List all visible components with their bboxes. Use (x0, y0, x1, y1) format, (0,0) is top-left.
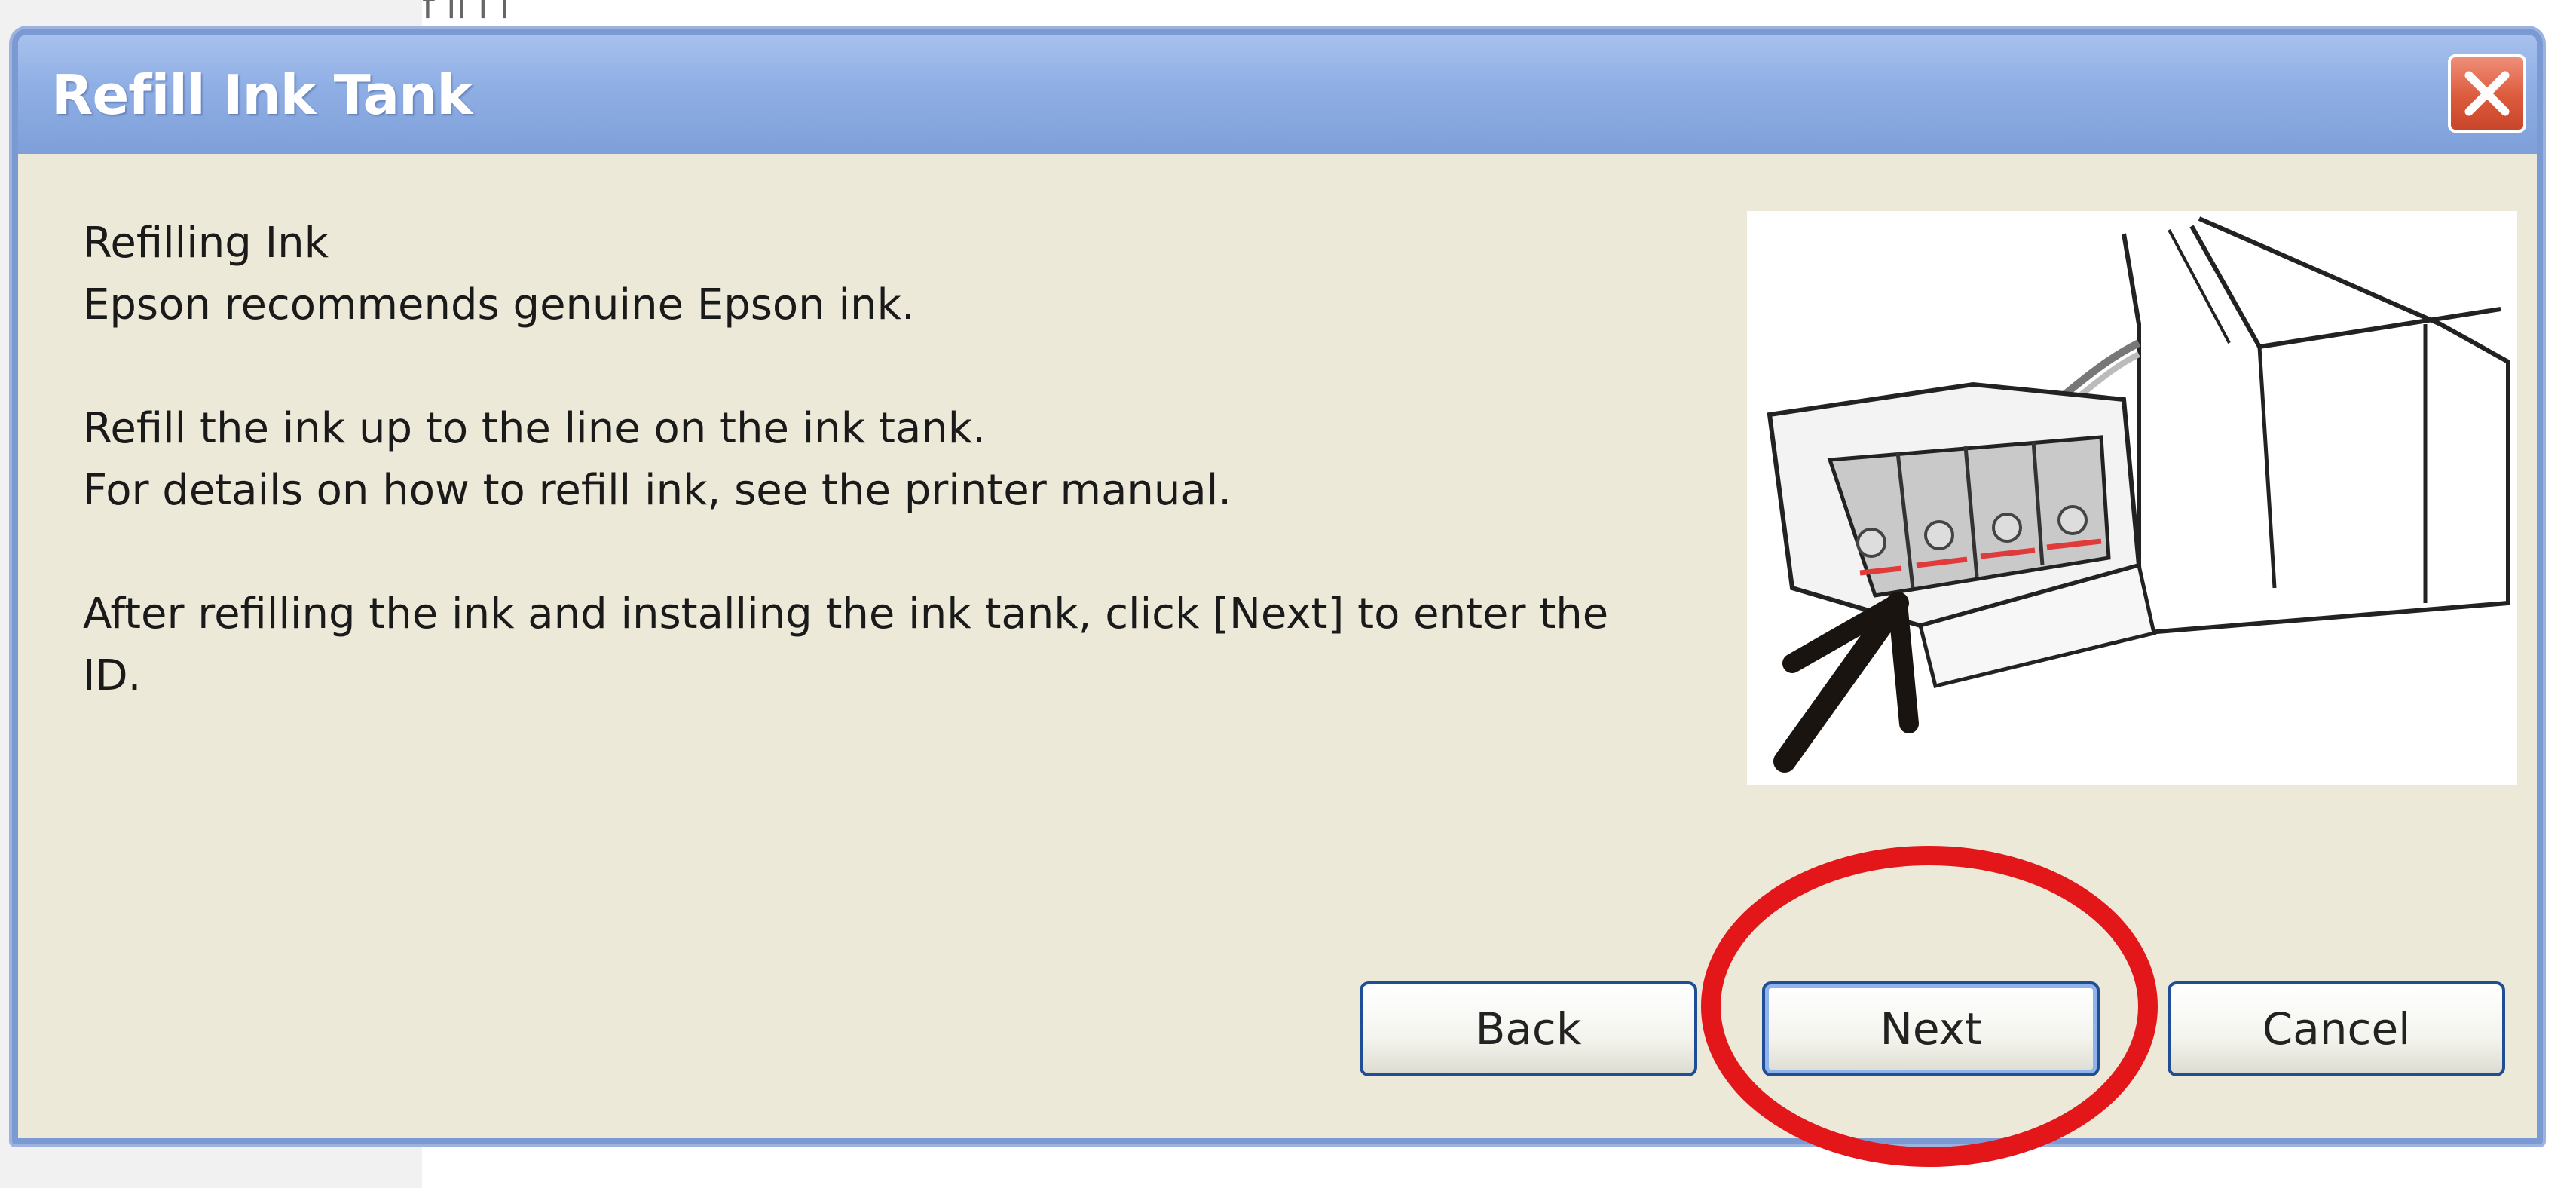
next-button[interactable]: Next (1762, 981, 2100, 1076)
heading-refilling-ink: Refilling Ink (83, 219, 329, 268)
next-step-text: After refilling the ink and installing t… (83, 589, 1609, 700)
recommendation-text: Epson recommends genuine Epson ink. (83, 280, 915, 329)
back-button[interactable]: Back (1360, 981, 1697, 1076)
close-icon (2464, 71, 2510, 116)
instruction-text: Refilling Ink Epson recommends genuine E… (83, 213, 1666, 707)
window-title: Refill Ink Tank (51, 63, 473, 127)
refill-line-text: Refill the ink up to the line on the ink… (83, 404, 986, 453)
ink-tank-refill-illustration (1747, 211, 2517, 785)
refill-ink-tank-dialog: Refill Ink Tank Refilling Ink Epson reco… (12, 29, 2543, 1144)
title-bar[interactable]: Refill Ink Tank (18, 35, 2537, 154)
close-button[interactable] (2448, 54, 2526, 133)
cancel-button[interactable]: Cancel (2168, 981, 2505, 1076)
manual-reference-text: For details on how to refill ink, see th… (83, 466, 1232, 515)
background-text: f ll l l (422, 0, 510, 23)
